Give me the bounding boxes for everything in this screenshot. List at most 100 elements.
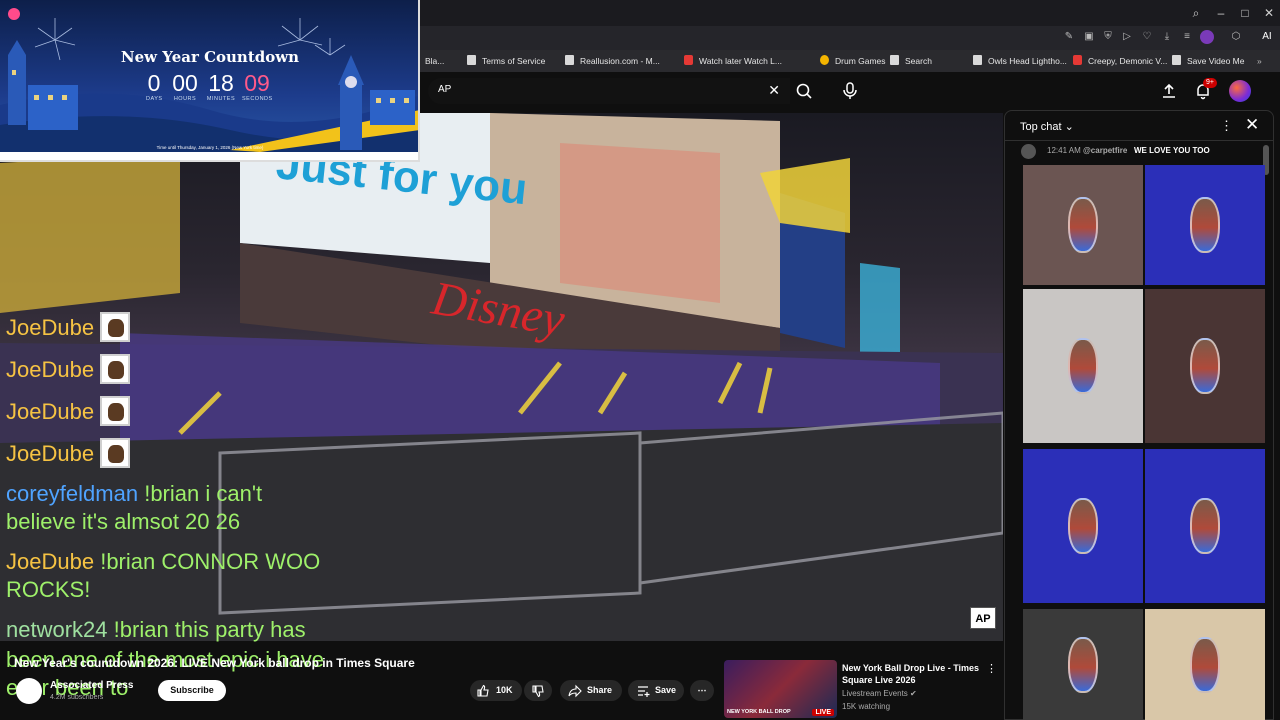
chat-message: believe it's almsot 20 26	[6, 509, 241, 534]
overlay-chat-line: JoeDube	[6, 354, 131, 384]
chat-username: network24	[6, 617, 108, 642]
search-button[interactable]	[790, 78, 820, 104]
chat-mode-dropdown[interactable]: Top chat ⌄	[1020, 120, 1074, 133]
search-icon[interactable]: ⌕	[1187, 4, 1205, 22]
overlay-chat-line: JoeDube !brian CONNOR WOO	[6, 548, 320, 576]
chevron-down-icon: ⌄	[1064, 121, 1074, 133]
subscribe-button[interactable]: Subscribe	[158, 680, 226, 701]
search-input[interactable]: AP ✕	[428, 78, 790, 104]
bookmark-item[interactable]: Owls Head Lightho...	[973, 53, 1067, 69]
countdown-seconds: 09 SECONDS	[242, 70, 272, 102]
emote-face	[1068, 338, 1098, 394]
camera-icon[interactable]: ▣	[1082, 30, 1096, 44]
recommendation-title[interactable]: New York Ball Drop Live - Times Square L…	[842, 662, 982, 686]
chat-username: JoeDube	[6, 315, 95, 340]
voice-search-button[interactable]	[838, 78, 862, 104]
emote-tile[interactable]	[1023, 449, 1143, 603]
emote-grid	[1023, 165, 1269, 720]
bookmark-label: Reallusion.com - M...	[580, 56, 660, 66]
bookmark-item[interactable]: Creepy, Demonic V...	[1073, 53, 1167, 69]
emote-face	[1190, 637, 1220, 693]
emote-face	[1190, 498, 1220, 554]
emote-tile[interactable]	[1145, 449, 1265, 603]
bookmark-item[interactable]: Search	[890, 53, 932, 69]
ai-button[interactable]: AI	[1257, 30, 1277, 44]
like-button[interactable]: 10K	[470, 680, 522, 701]
bookmark-label: Search	[905, 56, 932, 66]
account-avatar[interactable]	[1229, 80, 1251, 102]
emote-tile[interactable]	[1023, 289, 1143, 443]
emote-face	[1068, 498, 1098, 554]
video-thumbnail[interactable]: NEW YORK BALL DROP LIVE	[724, 660, 837, 718]
countdown-value: 09	[244, 70, 270, 96]
chat-message: !brian CONNOR WOO	[100, 549, 321, 574]
countdown-units: 0 DAYS 00 HOURS 18 MINUTES 09 SECONDS	[146, 70, 276, 110]
extension-icon[interactable]: ⬡	[1229, 30, 1243, 44]
chat-menu-icon[interactable]: ⋮	[1220, 118, 1233, 134]
heart-icon[interactable]: ♡	[1140, 30, 1154, 44]
page-icon	[890, 55, 899, 65]
emote-tile[interactable]	[1023, 165, 1143, 285]
recommended-video[interactable]: NEW YORK BALL DROP LIVE New York Ball Dr…	[724, 660, 997, 718]
avatar-badge	[100, 396, 131, 426]
recommendation-channel-name: Livestream Events	[842, 689, 908, 698]
chat-username: coreyfeldman	[6, 481, 139, 506]
maximize-icon[interactable]: □	[1236, 4, 1254, 22]
avatar	[1021, 144, 1036, 159]
clear-search-icon[interactable]: ✕	[768, 82, 780, 99]
emote-tile[interactable]	[1023, 609, 1143, 720]
upload-button[interactable]	[1160, 82, 1178, 100]
bookmark-item[interactable]: Drum Games	[820, 53, 886, 69]
recommendation-channel[interactable]: Livestream Events ✔	[842, 689, 917, 698]
screen: ⌕ – □ ✕ ✎ ▣ ⛨ ▷ ♡ ⤓ ≡ ⬡ AI Bla... Terms …	[0, 0, 1280, 720]
more-bookmarks-icon[interactable]: »	[1257, 53, 1262, 69]
bookmark-item[interactable]: Terms of Service	[467, 53, 545, 69]
profile-icon[interactable]	[1200, 30, 1214, 44]
bookmark-label: Bla...	[425, 56, 445, 66]
shield-icon[interactable]: ⛨	[1101, 30, 1115, 44]
chat-author[interactable]: @carpetfire	[1083, 146, 1127, 155]
chat-text: WE LOVE YOU TOO	[1134, 146, 1210, 155]
bookmark-item[interactable]: Reallusion.com - M...	[565, 53, 660, 69]
chat-mode-label: Top chat	[1020, 121, 1062, 133]
emote-tile[interactable]	[1145, 609, 1265, 720]
edit-icon[interactable]: ✎	[1062, 30, 1076, 44]
overlay-chat-line: coreyfeldman !brian i can't	[6, 480, 262, 508]
chat-message: ROCKS!	[6, 577, 91, 602]
avatar-badge	[100, 312, 131, 342]
channel-name[interactable]: Associated Press	[50, 680, 133, 691]
emote-face	[1068, 197, 1098, 253]
channel-avatar[interactable]	[16, 678, 42, 704]
thumbs-down-icon	[532, 685, 544, 698]
emote-tile[interactable]	[1145, 289, 1265, 443]
more-actions-button[interactable]: ⋯	[690, 680, 714, 701]
countdown-title: New Year Countdown	[120, 48, 300, 66]
countdown-value: 18	[208, 70, 234, 96]
avatar-badge	[100, 438, 131, 468]
chat-message-row: 12:41 AM @carpetfire WE LOVE YOU TOO	[1021, 143, 1261, 163]
play-icon[interactable]: ▷	[1120, 30, 1134, 44]
save-button[interactable]: Save	[628, 680, 684, 701]
close-chat-icon[interactable]: ✕	[1245, 115, 1259, 135]
verified-icon: ✔	[910, 689, 917, 698]
close-overlay-button[interactable]	[8, 8, 20, 20]
recommendation-menu-icon[interactable]: ⋮	[986, 662, 997, 675]
share-button[interactable]: Share	[560, 680, 622, 701]
page-icon	[565, 55, 574, 65]
dislike-button[interactable]	[524, 680, 552, 701]
live-chat-panel: Top chat ⌄ ⋮ ✕ 12:41 AM @carpetfire WE L…	[1004, 110, 1274, 720]
emote-tile[interactable]	[1145, 165, 1265, 285]
bookmark-label: Drum Games	[835, 56, 886, 66]
download-icon[interactable]: ⤓	[1160, 30, 1174, 44]
minimize-icon[interactable]: –	[1212, 4, 1230, 22]
bookmark-item[interactable]: Watch later Watch L...	[684, 53, 782, 69]
overlay-chat-line: network24 !brian this party has	[6, 616, 306, 644]
overlay-chat-line: JoeDube	[6, 396, 131, 426]
more-icon: ⋯	[697, 685, 707, 695]
chat-username: JoeDube	[6, 357, 95, 382]
countdown-days: 0 DAYS	[146, 70, 162, 102]
close-window-icon[interactable]: ✕	[1260, 4, 1278, 22]
bookmark-item[interactable]: Save Video Me	[1172, 53, 1245, 69]
menu-icon[interactable]: ≡	[1180, 30, 1194, 44]
watermark-label: AP	[975, 613, 991, 625]
